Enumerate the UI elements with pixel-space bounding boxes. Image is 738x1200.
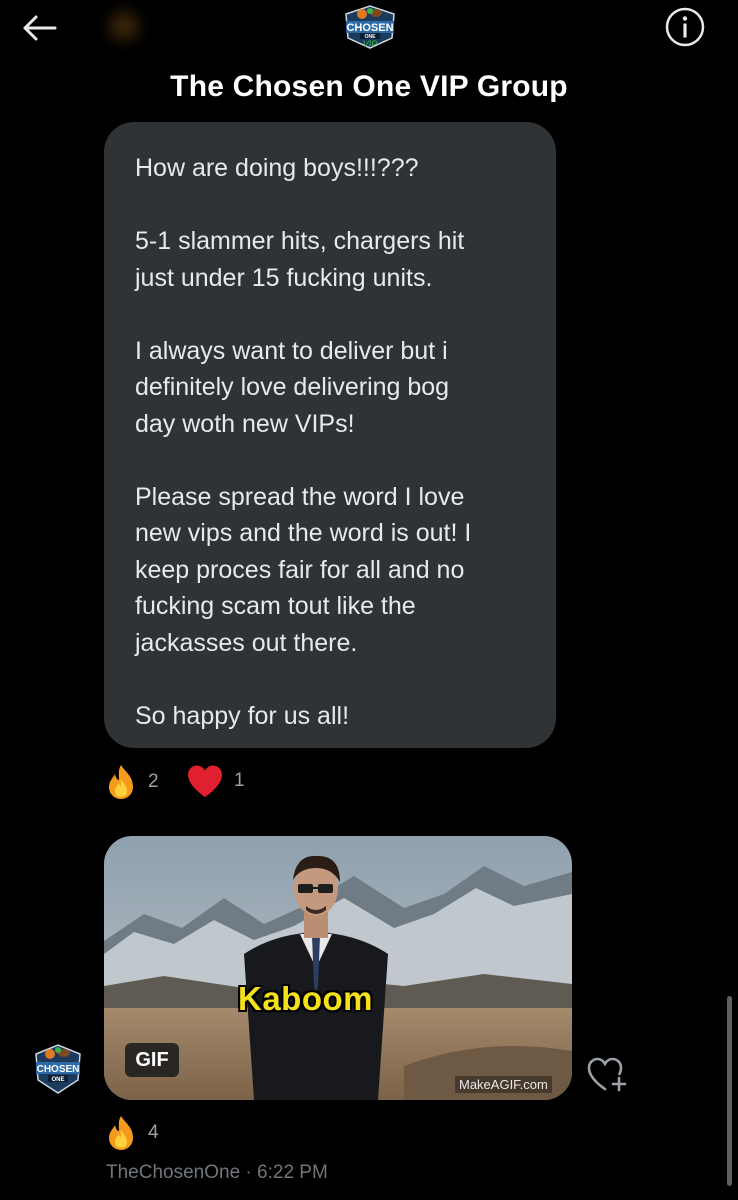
blurred-avatar bbox=[106, 8, 142, 44]
reaction-fire[interactable]: 4 bbox=[104, 1114, 159, 1152]
sender-avatar[interactable]: CHOSEN ONE bbox=[30, 1042, 86, 1096]
message-paragraph: Please spread the word I love new vips a… bbox=[135, 482, 472, 657]
info-icon bbox=[665, 7, 705, 47]
group-logo: CHOSEN ONE VIP bbox=[345, 5, 395, 49]
fire-icon bbox=[109, 765, 133, 799]
svg-text:VIP: VIP bbox=[363, 39, 378, 49]
message-paragraph: 5-1 slammer hits, chargers hit just unde… bbox=[135, 227, 465, 292]
reaction-count: 1 bbox=[234, 770, 245, 791]
scrollbar[interactable] bbox=[727, 996, 732, 1186]
reaction-heart[interactable]: 1 bbox=[186, 764, 245, 798]
gif-watermark: MakeAGIF.com bbox=[455, 1076, 552, 1093]
heart-plus-icon bbox=[587, 1057, 627, 1092]
svg-text:CHOSEN: CHOSEN bbox=[37, 1064, 80, 1075]
reaction-fire[interactable]: 2 bbox=[104, 763, 159, 801]
group-title: The Chosen One VIP Group bbox=[170, 70, 568, 103]
conversation-header: CHOSEN ONE VIP The Chosen One VIP Group bbox=[0, 0, 738, 118]
gif-caption: Kaboom bbox=[238, 980, 373, 1017]
reaction-count: 2 bbox=[148, 771, 159, 792]
message-bubble[interactable]: How are doing boys!!!??? 5-1 slammer hit… bbox=[104, 122, 556, 748]
fire-icon bbox=[109, 1116, 133, 1150]
message-meta: TheChosenOne · 6:22 PM bbox=[106, 1162, 328, 1183]
back-button[interactable] bbox=[18, 8, 62, 48]
svg-text:CHOSEN: CHOSEN bbox=[346, 22, 393, 34]
arrow-left-icon bbox=[23, 15, 57, 41]
reaction-count: 4 bbox=[148, 1122, 159, 1143]
info-button[interactable] bbox=[664, 6, 706, 48]
message-paragraph: So happy for us all! bbox=[135, 701, 350, 730]
message-paragraph: I always want to deliver but i definitel… bbox=[135, 336, 450, 438]
message-paragraph: How are doing boys!!!??? bbox=[135, 154, 419, 182]
svg-text:ONE: ONE bbox=[51, 1077, 64, 1083]
heart-icon bbox=[188, 765, 222, 797]
add-reaction-button[interactable] bbox=[586, 1056, 630, 1094]
gif-badge: GIF bbox=[125, 1043, 179, 1077]
